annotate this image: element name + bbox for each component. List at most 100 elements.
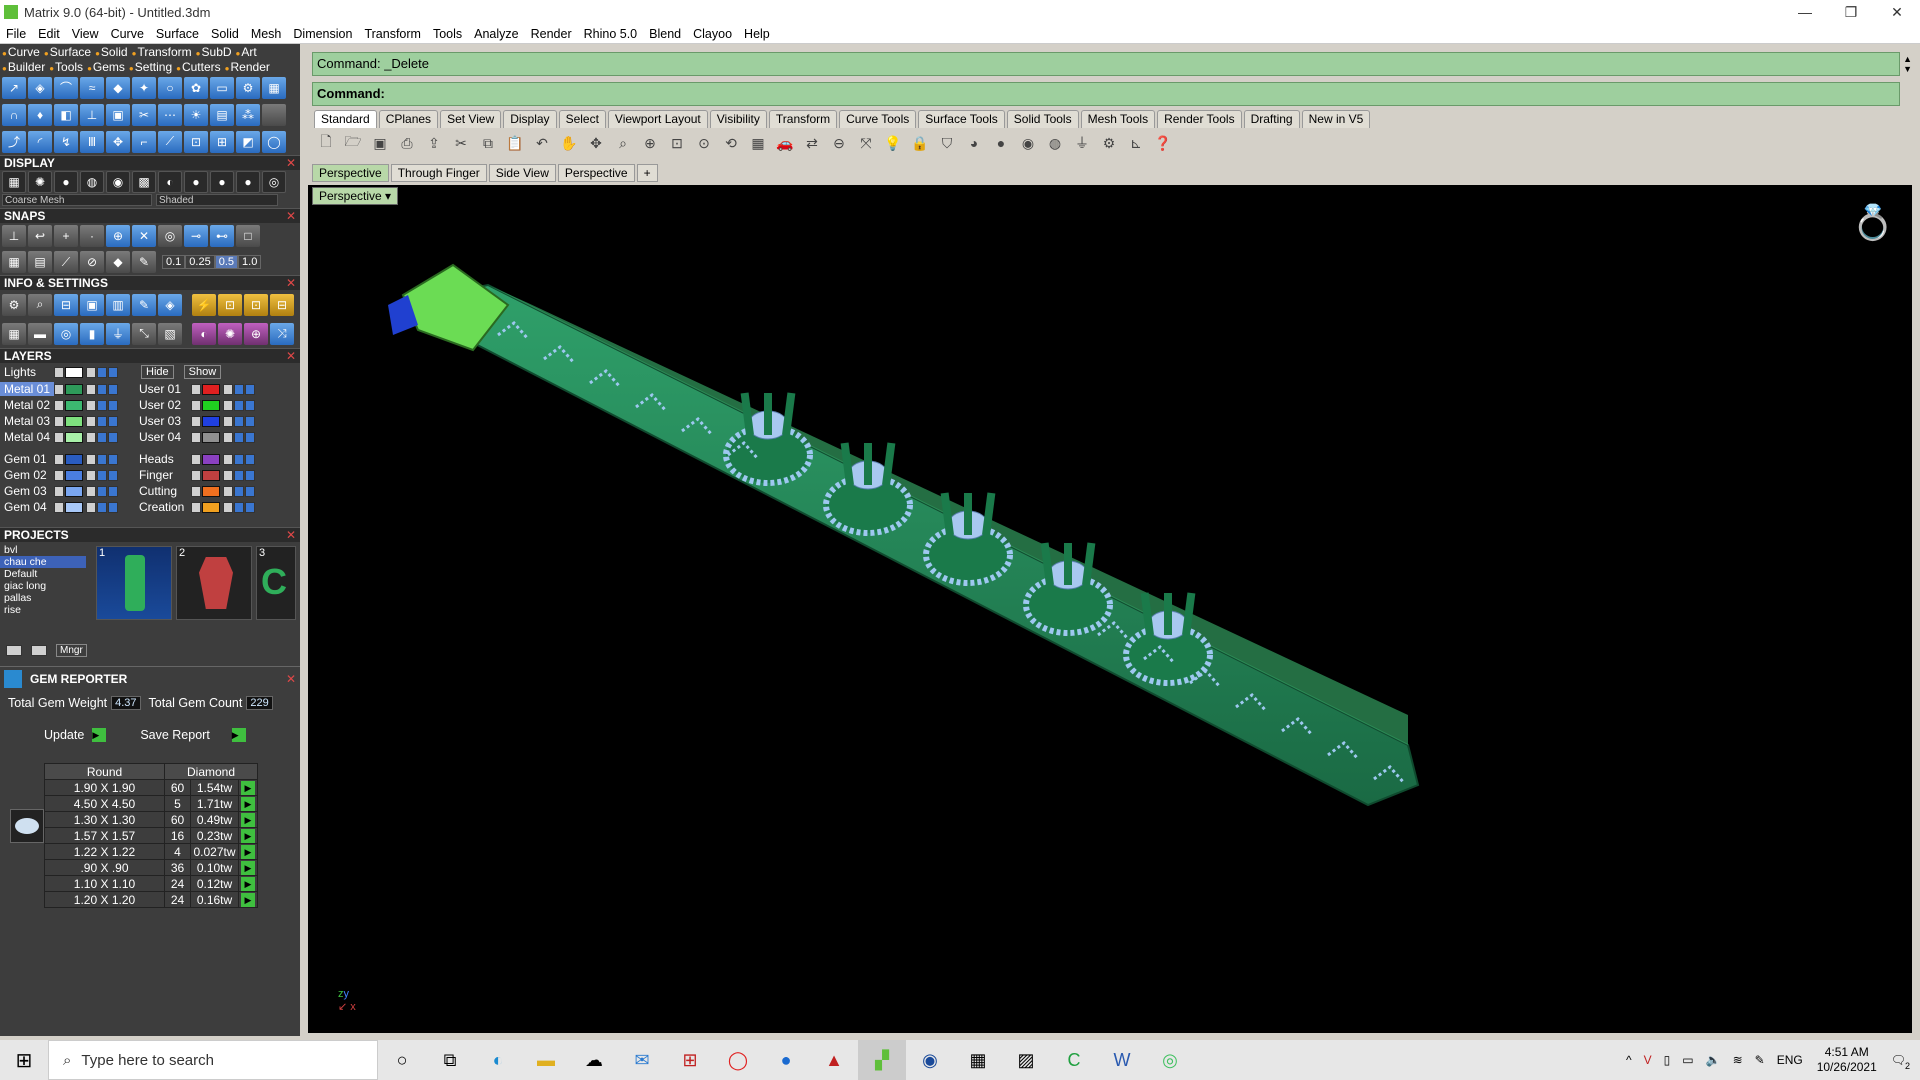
gem-row-action[interactable]: ▶ <box>238 827 258 844</box>
layer-arrow-icon[interactable] <box>54 469 64 481</box>
ring-size-icon[interactable]: ◎ <box>54 322 78 345</box>
layer-visible-icon[interactable] <box>234 501 244 513</box>
gem-row-action[interactable]: ▶ <box>238 795 258 812</box>
layer-name-cutting[interactable]: Cutting <box>135 484 191 498</box>
layer-lock-icon[interactable] <box>223 399 233 411</box>
grid-tool-icon[interactable]: ▤ <box>210 103 234 126</box>
layer-select-icon[interactable] <box>245 469 255 481</box>
layer-color-swatch[interactable] <box>202 501 220 513</box>
layer-visible-icon[interactable] <box>97 415 107 427</box>
cube-tool-icon[interactable]: ▣ <box>106 103 130 126</box>
render-sphere-icon[interactable]: ◉ <box>1016 132 1040 154</box>
tab-transform[interactable]: Transform <box>132 45 191 59</box>
mngr-button[interactable]: Mngr <box>56 643 87 657</box>
blank-tool-icon[interactable] <box>262 103 286 126</box>
calculator-icon[interactable]: ▦ <box>954 1040 1002 1080</box>
camtasia-icon[interactable]: C <box>1050 1040 1098 1080</box>
command-scroll[interactable]: ▲ ▼ <box>1903 54 1912 74</box>
tab-tools[interactable]: Tools <box>49 60 83 74</box>
language-indicator[interactable]: ENG <box>1777 1053 1803 1067</box>
layer-arrow-icon[interactable] <box>191 485 201 497</box>
layout-icon[interactable]: ▦ <box>2 322 26 345</box>
planar-snap-icon[interactable]: ⟋ <box>54 251 78 273</box>
rail-tool-icon[interactable]: ≈ <box>80 76 104 99</box>
image-icon[interactable]: ▧ <box>158 322 182 345</box>
layer-select-icon[interactable] <box>108 383 118 395</box>
lights-lock-icon[interactable] <box>86 366 96 378</box>
shield-icon[interactable]: ⛉ <box>935 132 959 154</box>
toolbar-tab-visibility[interactable]: Visibility <box>709 110 767 128</box>
layer-select-icon[interactable] <box>245 431 255 443</box>
render-view-icon[interactable]: ◍ <box>80 171 104 193</box>
layer-visible-icon[interactable] <box>234 399 244 411</box>
layer-visible-icon[interactable] <box>234 453 244 465</box>
zoom-icon[interactable]: ⌕ <box>611 132 635 154</box>
task-view-icon[interactable]: ⧉ <box>426 1040 474 1080</box>
layer-name-user-03[interactable]: User 03 <box>135 414 191 428</box>
play-icon[interactable]: ▶ <box>241 829 255 843</box>
layer-color-swatch[interactable] <box>202 485 220 497</box>
layer-color-swatch[interactable] <box>202 469 220 481</box>
knot-snap-icon[interactable]: □ <box>236 225 260 247</box>
play-icon[interactable]: ▶ <box>241 861 255 875</box>
tab-builder[interactable]: Builder <box>2 60 45 74</box>
lights-swatch[interactable] <box>65 366 83 378</box>
gem-row-action[interactable]: ▶ <box>238 891 258 908</box>
layer-visible-icon[interactable] <box>234 485 244 497</box>
opera-icon[interactable]: ◯ <box>714 1040 762 1080</box>
trim-tool-icon[interactable]: ⤴ <box>2 130 26 153</box>
cen-snap-icon[interactable]: ⊕ <box>106 225 130 247</box>
layer-visible-icon[interactable] <box>97 469 107 481</box>
sphere-view-icon[interactable]: ● <box>54 171 78 193</box>
car-icon[interactable]: 🚗 <box>773 132 797 154</box>
tool-g-icon[interactable]: ⊕ <box>244 322 268 345</box>
project-item[interactable]: pallas <box>0 592 86 604</box>
sun-tool-icon[interactable]: ☀ <box>184 103 208 126</box>
array-tool-icon[interactable]: ⋯ <box>158 103 182 126</box>
zalo-icon[interactable]: ● <box>762 1040 810 1080</box>
layer-color-swatch[interactable] <box>65 453 83 465</box>
layer-visible-icon[interactable] <box>234 383 244 395</box>
layer-arrow-icon[interactable] <box>54 415 64 427</box>
mesh-select[interactable]: Coarse Mesh <box>2 194 152 206</box>
layer-arrow-icon[interactable] <box>191 501 201 513</box>
tab-solid[interactable]: Solid <box>95 45 128 59</box>
scatter-tool-icon[interactable]: ⁂ <box>236 103 260 126</box>
play-icon[interactable]: ▶ <box>241 893 255 907</box>
viewport-tab-perspective[interactable]: Perspective <box>312 164 389 182</box>
edge-icon[interactable]: ◐ <box>474 1040 522 1080</box>
snap-value-3[interactable]: 1.0 <box>238 255 262 269</box>
move-tool-icon[interactable]: ✥ <box>106 130 130 153</box>
menu-file[interactable]: File <box>0 27 32 41</box>
gem-row-action[interactable]: ▶ <box>238 779 258 796</box>
silver-view-icon[interactable]: ● <box>236 171 260 193</box>
toolbar-tab-transform[interactable]: Transform <box>768 110 838 128</box>
shield-tool-icon[interactable]: ♦ <box>28 103 52 126</box>
tool-c-icon[interactable]: ⊡ <box>244 293 268 316</box>
setting-tool-icon[interactable]: ✿ <box>184 76 208 99</box>
add-viewport-tab-button[interactable]: + <box>636 164 658 182</box>
cutter-tool-icon[interactable]: ✂ <box>132 103 156 126</box>
sweep-tool-icon[interactable]: ⟋ <box>158 130 182 153</box>
surface-tool-icon[interactable]: ◈ <box>28 76 52 99</box>
blue-sphere-icon[interactable]: ◍ <box>1043 132 1067 154</box>
layer-name-metal-03[interactable]: Metal 03 <box>0 414 54 428</box>
viewport-tab-perspective[interactable]: Perspective <box>557 164 635 182</box>
lights-arrow-icon[interactable] <box>54 366 64 378</box>
layer-color-swatch[interactable] <box>202 383 220 395</box>
layer-lock-icon[interactable] <box>86 501 96 513</box>
layer-arrow-icon[interactable] <box>54 431 64 443</box>
lights-select-icon[interactable] <box>108 366 118 378</box>
end-snap-icon[interactable]: ⊥ <box>2 225 26 247</box>
spiral-tool-icon[interactable]: ↯ <box>54 130 78 153</box>
layer-lock-icon[interactable] <box>223 415 233 427</box>
tool-f-icon[interactable]: ✺ <box>218 322 242 345</box>
save-file-icon[interactable]: ▣ <box>368 132 392 154</box>
project-item[interactable]: chau che <box>0 556 86 568</box>
browser-icon[interactable]: ◎ <box>1146 1040 1194 1080</box>
layer-color-swatch[interactable] <box>65 383 83 395</box>
notification-icon[interactable]: 🗨 2 <box>1891 1053 1910 1071</box>
layer-color-swatch[interactable] <box>202 415 220 427</box>
light-icon[interactable]: 💡 <box>881 132 905 154</box>
tab-gems[interactable]: Gems <box>87 60 125 74</box>
